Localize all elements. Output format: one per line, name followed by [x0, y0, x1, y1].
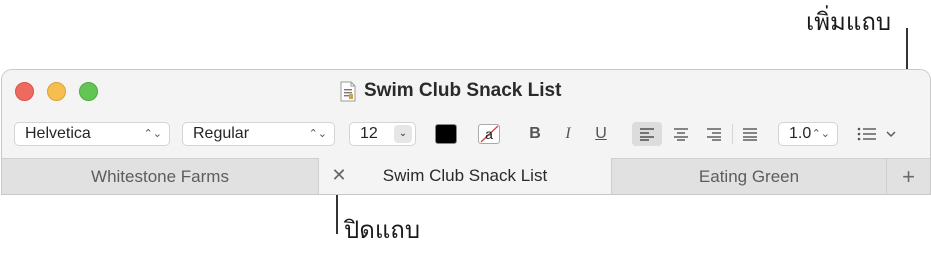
list-style-button[interactable]: [857, 122, 901, 146]
font-size-value: 12: [360, 125, 378, 142]
tab-whitestone-farms[interactable]: Whitestone Farms: [2, 159, 318, 194]
add-tab-button[interactable]: +: [886, 159, 930, 194]
align-left-button[interactable]: [632, 122, 662, 146]
tab-label: Whitestone Farms: [91, 167, 229, 186]
updown-arrows-icon: ⌃⌄: [308, 127, 327, 140]
minimize-window-button[interactable]: [47, 82, 66, 101]
format-toolbar: Helvetica ⌃⌄ Regular ⌃⌄ 12 ⌄ a B I U 1.0…: [2, 122, 930, 152]
font-family-select[interactable]: Helvetica ⌃⌄: [14, 122, 170, 146]
chevron-down-icon: [886, 131, 896, 137]
add-tab-callout: เพิ่มแถบ: [806, 8, 892, 36]
highlight-color-swatch[interactable]: a: [478, 124, 500, 144]
updown-arrows-icon: ⌃⌄: [811, 127, 830, 140]
bold-button[interactable]: B: [524, 122, 546, 146]
document-window: Swim Club Snack List Helvetica ⌃⌄ Regula…: [1, 69, 931, 195]
title-bar: Swim Club Snack List Helvetica ⌃⌄ Regula…: [2, 70, 930, 155]
toolbar-divider: [732, 124, 733, 144]
close-window-button[interactable]: [15, 82, 34, 101]
align-center-button[interactable]: [666, 122, 696, 146]
tab-label: Eating Green: [698, 167, 800, 186]
highlight-letter: a: [485, 126, 493, 142]
line-spacing-select[interactable]: 1.0 ⌃⌄: [778, 122, 838, 146]
font-style-select[interactable]: Regular ⌃⌄: [182, 122, 335, 146]
tab-label: Swim Club Snack List: [382, 166, 548, 185]
font-size-combo[interactable]: 12 ⌄: [349, 122, 416, 146]
document-icon: [340, 81, 356, 102]
text-color-swatch[interactable]: [435, 124, 457, 144]
align-right-button[interactable]: [699, 122, 729, 146]
zoom-window-button[interactable]: [79, 82, 98, 101]
window-title: Swim Club Snack List: [364, 80, 562, 101]
tab-bar: Whitestone Farms ✕ Swim Club Snack List …: [2, 158, 930, 194]
close-icon[interactable]: ✕: [329, 158, 349, 194]
tab-eating-green[interactable]: Eating Green: [612, 159, 886, 194]
justify-button[interactable]: [735, 122, 765, 146]
line-spacing-value: 1.0: [789, 125, 812, 142]
updown-arrows-icon: ⌃⌄: [143, 127, 162, 140]
italic-button[interactable]: I: [557, 122, 579, 146]
font-style-value: Regular: [193, 125, 250, 142]
window-title-group: Swim Club Snack List: [340, 78, 561, 104]
bullet-list-icon: [857, 127, 876, 141]
font-family-value: Helvetica: [25, 125, 91, 142]
close-tab-callout: ปิดแถบ: [344, 216, 421, 244]
justify-icon: [743, 128, 757, 141]
plus-icon: +: [902, 164, 915, 189]
close-tab-callout-line: [336, 194, 338, 234]
tab-swim-club-snack-list[interactable]: ✕ Swim Club Snack List: [318, 158, 612, 194]
align-right-icon: [707, 128, 721, 141]
chevron-down-icon[interactable]: ⌄: [394, 125, 412, 143]
align-left-icon: [640, 128, 654, 141]
underline-button[interactable]: U: [590, 122, 612, 146]
align-center-icon: [674, 128, 688, 141]
